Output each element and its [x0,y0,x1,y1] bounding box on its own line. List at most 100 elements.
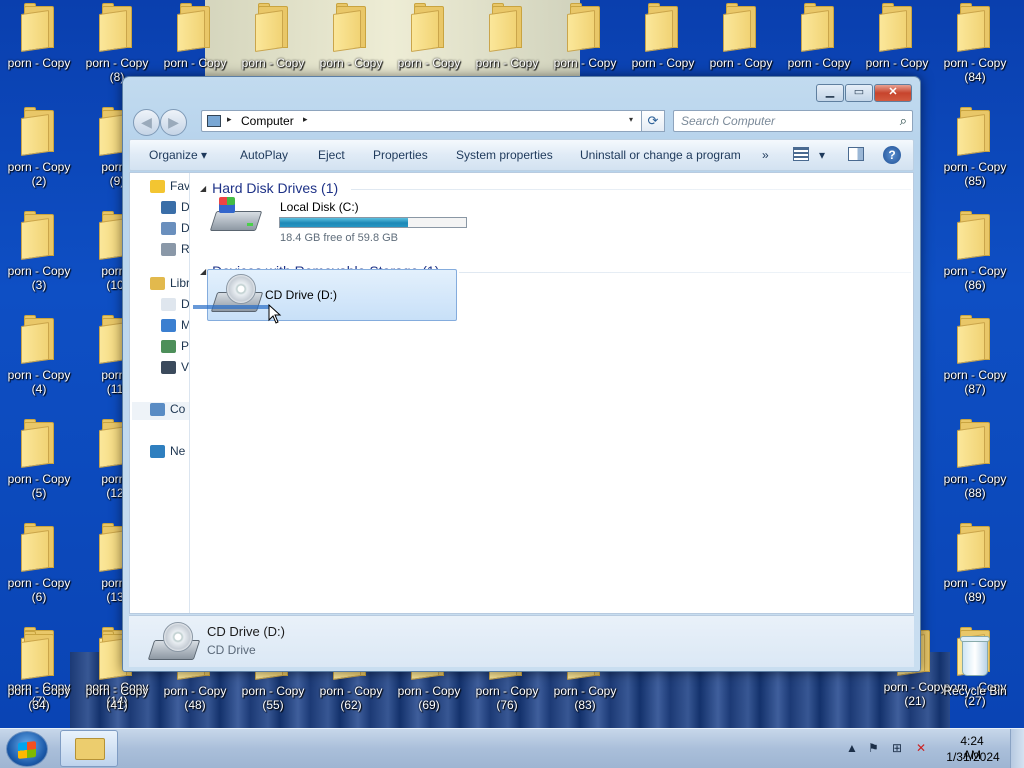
system-properties-button[interactable]: System properties [456,148,553,162]
forward-button[interactable]: ▶ [160,109,187,136]
nav-item-star[interactable]: Fav [150,179,189,197]
network-icon [150,445,165,459]
recycle-bin[interactable]: Recycle Bin [936,630,1014,728]
nav-item-network[interactable]: Ne [150,444,185,462]
folder-icon [21,631,57,680]
local-disk-name: Local Disk (C:) [280,200,359,214]
clock-date[interactable]: 1/31/2024 [946,750,1000,764]
address-bar[interactable]: ▸ Computer ▸ ▾ [201,110,664,132]
network-icon[interactable]: ⊞ [892,741,902,755]
show-desktop-button[interactable] [1010,729,1024,768]
group-divider [459,272,911,273]
eject-button[interactable]: Eject [318,148,345,162]
folder-label: porn - Copy [943,368,1007,382]
close-button[interactable]: ✕ [874,84,912,102]
nav-item-documents[interactable]: D [161,297,189,315]
folder-label: porn - Copy [475,684,539,698]
folder-icon [21,419,57,468]
mouse-cursor-icon [268,304,282,324]
refresh-button[interactable]: ⟳ [641,110,665,132]
nav-item-label: D [181,200,190,214]
folder-label-number: (48) [184,698,206,712]
minimize-button[interactable]: ▁ [816,84,844,102]
folder-icon [177,3,213,52]
search-box[interactable]: Search Computer ⌕ [673,110,913,132]
folder-label-number: (88) [964,486,986,500]
desktop-folder[interactable]: porn - Copy (2) [0,104,78,208]
disk-usage-fill [280,218,409,227]
desktop-folder[interactable]: porn - Copy (4) [0,312,78,416]
help-icon[interactable]: ? [883,146,901,164]
breadcrumb-separator[interactable]: ▸ [303,114,308,125]
taskbar-explorer-button[interactable] [60,730,118,767]
nav-item-videos[interactable]: V [161,360,189,378]
breadcrumb-separator[interactable]: ▸ [227,114,232,125]
organize-button[interactable]: Organize ▾ [149,148,207,162]
nav-item-libraries[interactable]: Libr [150,276,189,294]
nav-item-label: D [181,221,190,235]
folder-icon [957,3,993,52]
folder-icon [489,3,525,52]
back-button[interactable]: ◀ [133,109,160,136]
nav-item-computer[interactable]: Co [132,402,189,420]
nav-item-music[interactable]: M [161,318,189,336]
uninstall-program-button[interactable]: Uninstall or change a program [580,148,741,162]
folder-icon [21,3,57,52]
view-options-dropdown[interactable]: ▾ [819,148,825,162]
nav-item-desktop[interactable]: D [161,200,190,218]
local-disk-item[interactable]: Local Disk (C:) 18.4 GB free of 59.8 GB [207,185,477,245]
folder-label: porn - Copy [943,576,1007,590]
cd-drive-icon [210,274,264,316]
maximize-button[interactable]: ▭ [845,84,873,102]
change-view-icon[interactable] [793,147,809,161]
show-hidden-icons-icon[interactable]: ▲ [846,741,858,755]
action-center-flag-icon[interactable]: ⚑ [868,741,879,755]
nav-item-label: P [181,339,190,353]
hard-drive-icon [209,193,263,235]
nav-item-downloads[interactable]: D [161,221,190,239]
nav-item-recent-places[interactable]: R [161,242,189,260]
desktop-folder[interactable]: porn - Copy (84) [936,0,1014,104]
computer-icon [150,403,165,417]
desktop-folder[interactable]: porn - Copy (34) [0,628,78,728]
folder-label-number: (55) [262,698,284,712]
autoplay-button[interactable]: AutoPlay [240,148,288,162]
search-icon[interactable]: ⌕ [900,113,907,129]
address-history-dropdown[interactable]: ▾ [629,115,633,124]
system-tray: ▲ ⚑ ⊞ ✕ 4:24 AM 1/31/2024 [840,729,1024,768]
nav-item-pictures[interactable]: P [161,339,189,357]
desktop-folder[interactable]: porn - Copy (87) [936,312,1014,416]
cd-drive-name: CD Drive (D:) [265,288,337,302]
windows-logo-icon [18,741,36,759]
folder-label: porn - Copy [865,56,929,70]
search-placeholder: Search Computer [681,114,776,128]
desktop-folder[interactable]: porn - Copy (88) [936,416,1014,520]
desktop-folder[interactable]: porn - Copy (85) [936,104,1014,208]
folder-label-number: (3) [31,278,47,292]
folder-icon [21,523,57,572]
more-commands-button[interactable]: » [762,148,769,162]
folder-label: porn - Copy [943,160,1007,174]
desktop-folder[interactable]: porn - Copy [0,0,78,104]
folder-icon [75,738,105,760]
volume-muted-icon[interactable]: ✕ [916,741,926,755]
desktop-folder[interactable]: porn - Copy (5) [0,416,78,520]
folder-label-number: (85) [964,174,986,188]
folder-icon [21,315,57,364]
folder-icon [567,3,603,52]
desktop-folder[interactable]: porn - Copy (6) [0,520,78,624]
start-button[interactable] [6,731,48,767]
folder-label-number: (83) [574,698,596,712]
desktop-folder[interactable]: porn - Copy (3) [0,208,78,312]
cd-drive-item[interactable]: CD Drive (D:) [207,269,457,321]
properties-button[interactable]: Properties [373,148,428,162]
desktop-folder[interactable]: porn - Copy (89) [936,520,1014,624]
folder-icon [21,107,57,156]
computer-window[interactable]: ▁ ▭ ✕ ◀ ▶ ▸ Computer ▸ ▾ ⟳ Search Comput… [122,76,921,672]
preview-pane-icon[interactable] [848,147,864,161]
desktop-folder[interactable]: porn - Copy (86) [936,208,1014,312]
breadcrumb-computer[interactable]: Computer [241,114,294,128]
details-pane: CD Drive (D:) CD Drive [129,615,914,667]
folder-label: porn - Copy [7,576,71,590]
folder-label: porn - Copy [319,684,383,698]
